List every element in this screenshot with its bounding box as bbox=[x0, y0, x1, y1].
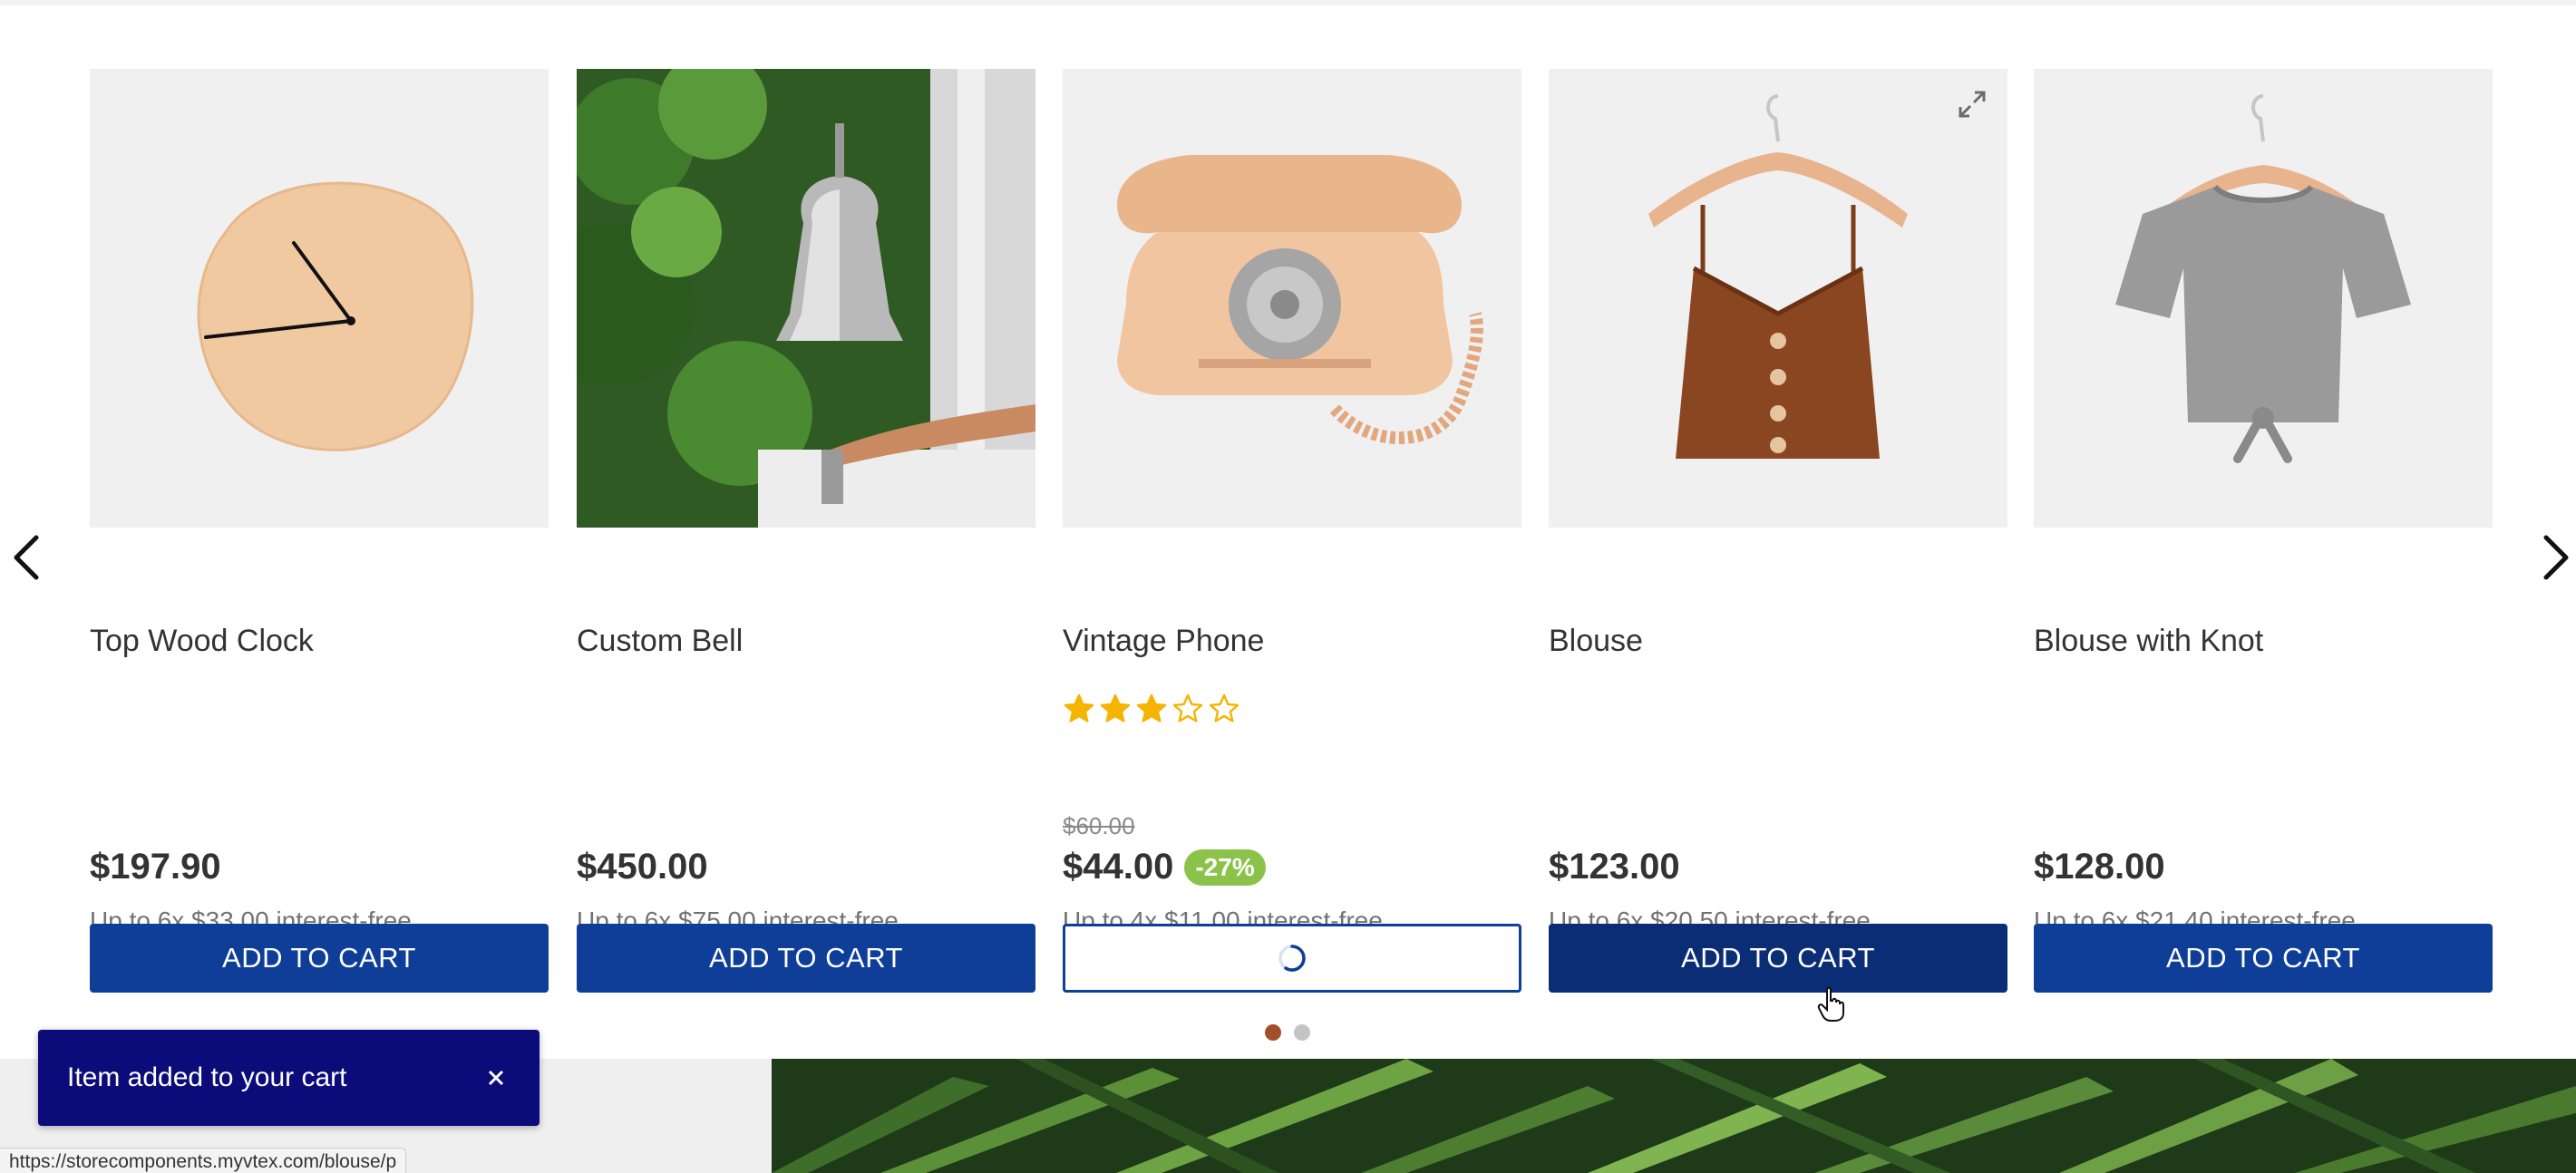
product-name[interactable]: Custom Bell bbox=[577, 624, 743, 659]
price-row: $44.00 -27% bbox=[1063, 847, 1266, 887]
add-to-cart-button[interactable]: ADD TO CART bbox=[1549, 924, 2007, 993]
product-shelf: Top Wood Clock $197.90 Up to 6x $33.00 i… bbox=[0, 0, 2576, 1061]
product-image[interactable] bbox=[1549, 69, 2007, 528]
hand-pointer-cursor-icon bbox=[1817, 986, 1844, 1022]
product-image[interactable] bbox=[577, 69, 1035, 528]
close-icon bbox=[488, 1070, 504, 1086]
expand-icon[interactable] bbox=[1955, 87, 1989, 121]
browser-status-url: https://storecomponents.myvtex.com/blous… bbox=[0, 1148, 407, 1173]
pagination-dot[interactable] bbox=[1265, 1024, 1281, 1041]
chevron-right-icon bbox=[2543, 535, 2569, 580]
shelf-pagination-dots bbox=[1265, 1024, 1310, 1041]
shelf-next-button[interactable] bbox=[2528, 526, 2576, 589]
add-to-cart-button-loading[interactable] bbox=[1063, 924, 1521, 993]
page: Top Wood Clock $197.90 Up to 6x $33.00 i… bbox=[0, 0, 2576, 1173]
product-name[interactable]: Vintage Phone bbox=[1063, 624, 1264, 659]
star-empty-icon bbox=[1209, 693, 1239, 722]
price-row: $197.90 bbox=[90, 847, 221, 887]
pagination-dot[interactable] bbox=[1294, 1024, 1310, 1041]
product-card[interactable]: Blouse with Knot $128.00 Up to 6x $21.40… bbox=[2034, 69, 2493, 994]
add-to-cart-button[interactable]: ADD TO CART bbox=[2034, 924, 2493, 993]
wood-clock-image bbox=[197, 181, 474, 451]
list-price: $60.00 bbox=[1063, 812, 1135, 839]
product-name[interactable]: Top Wood Clock bbox=[90, 624, 314, 659]
discount-badge: -27% bbox=[1184, 848, 1266, 886]
price-row: $450.00 bbox=[577, 847, 708, 887]
product-name[interactable]: Blouse with Knot bbox=[2034, 624, 2263, 659]
blouse-image bbox=[1648, 94, 1908, 459]
star-empty-icon bbox=[1172, 693, 1203, 722]
star-filled-icon bbox=[1136, 693, 1167, 722]
product-image[interactable] bbox=[1063, 69, 1521, 528]
bell-image bbox=[577, 69, 1035, 528]
product-image[interactable] bbox=[2034, 69, 2493, 528]
product-card[interactable]: Blouse $123.00 Up to 6x $20.50 interest-… bbox=[1549, 69, 2007, 994]
selling-price: $44.00 bbox=[1063, 847, 1174, 887]
selling-price: $123.00 bbox=[1549, 847, 1680, 887]
toast-message: Item added to your cart bbox=[67, 1062, 347, 1092]
banner-image bbox=[772, 1059, 2576, 1173]
loading-spinner-icon bbox=[1278, 945, 1306, 972]
add-to-cart-button[interactable]: ADD TO CART bbox=[577, 924, 1035, 993]
chevron-left-icon bbox=[14, 535, 39, 580]
star-filled-icon bbox=[1064, 693, 1094, 722]
product-card[interactable]: Vintage Phone $60.00 $44.00 -27% Up to 4… bbox=[1063, 69, 1521, 994]
selling-price: $197.90 bbox=[90, 847, 221, 887]
product-image[interactable] bbox=[90, 69, 549, 528]
blouse-with-knot-image bbox=[2115, 94, 2411, 463]
rating-stars bbox=[1063, 693, 1240, 725]
shelf-prev-button[interactable] bbox=[0, 526, 54, 589]
toast-close-button[interactable] bbox=[481, 1063, 510, 1092]
selling-price: $128.00 bbox=[2034, 847, 2165, 887]
vintage-phone-image bbox=[1117, 155, 1483, 445]
product-card[interactable]: Custom Bell $450.00 Up to 6x $75.00 inte… bbox=[577, 69, 1035, 994]
cart-toast: Item added to your cart bbox=[38, 1030, 540, 1126]
palm-leaves-image bbox=[772, 1059, 2576, 1173]
product-card[interactable]: Top Wood Clock $197.90 Up to 6x $33.00 i… bbox=[90, 69, 549, 994]
add-to-cart-button[interactable]: ADD TO CART bbox=[90, 924, 549, 993]
price-row: $123.00 bbox=[1549, 847, 1680, 887]
price-row: $128.00 bbox=[2034, 847, 2165, 887]
star-filled-icon bbox=[1100, 693, 1131, 722]
selling-price: $450.00 bbox=[577, 847, 708, 887]
product-name[interactable]: Blouse bbox=[1549, 624, 1643, 659]
